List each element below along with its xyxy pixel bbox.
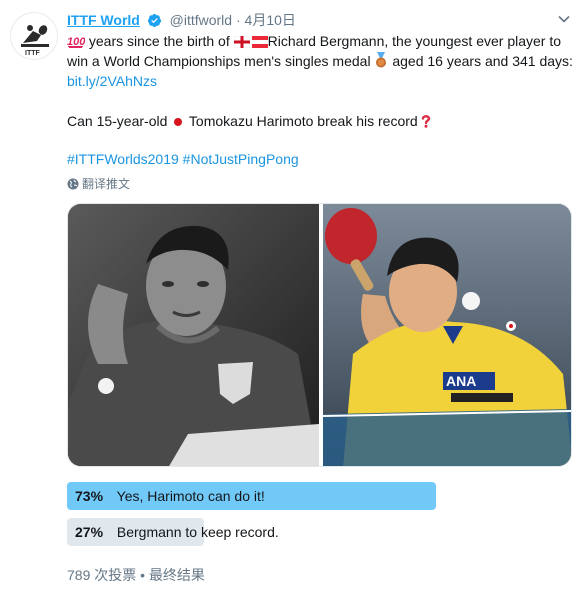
poll-option-1-percent: 73% <box>75 488 104 504</box>
tweet-text-segment: aged 16 years and 341 days: <box>388 53 573 69</box>
avatar[interactable]: ITTF <box>10 12 58 60</box>
tweet-header: ITTF World @ittfworld · 4月10日 <box>67 10 571 30</box>
poll-option-2: 27% Bergmann to keep record. <box>67 518 436 546</box>
hashtags[interactable]: #ITTFWorlds2019 #NotJustPingPong <box>67 149 299 169</box>
england-flag-icon <box>233 36 250 48</box>
header-separator: · <box>235 12 241 28</box>
media-grid: ANA <box>67 203 572 467</box>
austria-flag-icon <box>251 36 268 48</box>
poll-vote-count: 789 次投票 <box>67 567 137 583</box>
hundred-points-icon: 100 <box>67 36 85 48</box>
photo-harimoto[interactable]: ANA <box>323 204 571 466</box>
ittf-logo-icon: ITTF <box>11 13 57 59</box>
tweet-card[interactable]: ITTF ITTF World @ittfworld · 4月10日 100 y… <box>0 0 581 590</box>
account-handle[interactable]: @ittfworld <box>170 12 232 28</box>
tweet-text-segment: years since the birth of <box>85 33 234 49</box>
question-mark-icon <box>421 115 430 128</box>
tweet-text-segment: Tomokazu Harimoto break his record <box>185 113 418 129</box>
translate-label: 翻译推文 <box>82 177 131 191</box>
poll-option-1: 73% Yes, Harimoto can do it! <box>67 482 436 510</box>
bronze-medal-icon <box>376 52 387 68</box>
poll-option-1-label: Yes, Harimoto can do it! <box>116 488 265 504</box>
photo-bergmann[interactable] <box>68 204 319 466</box>
tweet-timestamp[interactable]: 4月10日 <box>245 12 296 28</box>
photo-bergmann-image <box>68 204 319 466</box>
photo-harimoto-image: ANA <box>323 204 571 466</box>
verified-badge-icon <box>147 13 161 28</box>
svg-text:ANA: ANA <box>446 373 476 389</box>
globe-icon <box>67 178 79 190</box>
poll-option-2-percent: 27% <box>75 524 104 540</box>
chevron-down-icon[interactable] <box>557 12 571 26</box>
tweet-text-segment: Richard Bergmann, the youngest ever play… <box>267 33 562 49</box>
japan-flag-icon <box>174 118 183 126</box>
poll-footer-separator: • <box>140 567 146 583</box>
poll-status: 最终结果 <box>148 567 205 583</box>
tweet-link[interactable]: bit.ly/2VAhNzs <box>67 73 157 89</box>
account-name[interactable]: ITTF World <box>67 12 140 28</box>
tweet-text: 100 years since the birth of Richard Ber… <box>67 31 575 131</box>
svg-text:ITTF: ITTF <box>25 50 40 57</box>
translate-tweet-link[interactable]: 翻译推文 <box>67 176 130 192</box>
poll-option-2-label: Bergmann to keep record. <box>116 524 279 540</box>
tweet-text-segment: win a World Championships men's singles … <box>67 53 375 69</box>
tweet-text-segment: Can 15-year-old <box>67 113 172 129</box>
poll-footer: 789 次投票 • 最终结果 <box>67 565 205 585</box>
